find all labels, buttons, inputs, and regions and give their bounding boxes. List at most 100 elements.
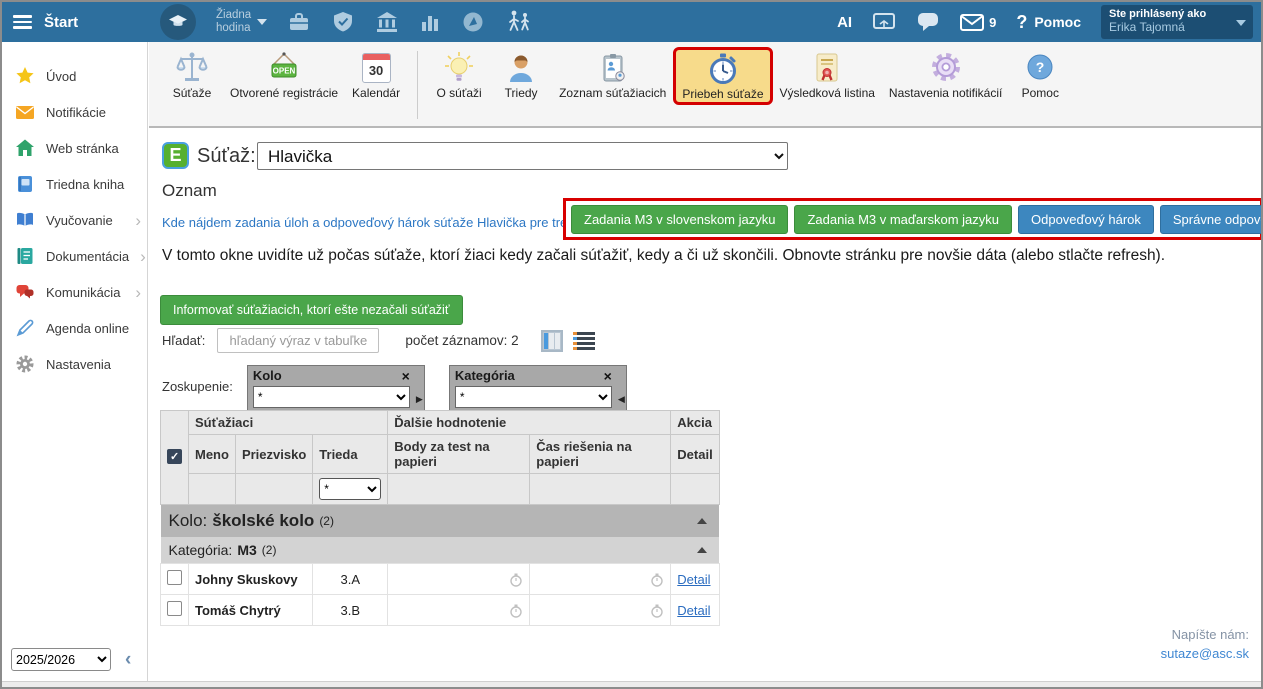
messages-indicator[interactable]: 9 [960, 14, 996, 31]
tool-nastavenia-notifikacii[interactable]: Nastavenia notifikácií [882, 47, 1009, 102]
spravne-odpovede-button[interactable]: Správne odpovede [1160, 205, 1263, 234]
shield-check-icon[interactable] [331, 10, 355, 34]
detail-link[interactable]: Detail [677, 603, 710, 618]
sidebar-item-nastavenia[interactable]: Nastavenia [2, 346, 147, 382]
competition-toolbar: Súťaže OPEN Otvorené registrácie 30 Kale… [149, 42, 1261, 128]
zadania-madarsky-button[interactable]: Zadania M3 v maďarskom jazyku [794, 205, 1012, 234]
gear-icon [15, 354, 35, 374]
start-button[interactable]: Štart [44, 14, 78, 31]
group-row-kategoria[interactable]: Kategória: M3 (2) [161, 537, 720, 564]
sidebar: Úvod Notifikácie Web stránka Triedna kni… [2, 42, 148, 681]
chat-bubble-icon[interactable] [916, 11, 940, 33]
sidebar-item-vyucovanie[interactable]: Vyučovanie [2, 202, 147, 238]
grouping-box-kolo: Kolo * [247, 365, 425, 414]
close-icon[interactable] [604, 369, 612, 383]
clipboard-list-icon [596, 51, 630, 85]
current-lesson-selector[interactable]: Žiadnahodina [216, 9, 267, 35]
odpovedovy-harok-button[interactable]: Odpoveďový hárok [1018, 205, 1154, 234]
sidebar-item-agenda-online[interactable]: Agenda online [2, 310, 147, 346]
grouping-label: Zoskupenie: [162, 379, 233, 394]
search-input[interactable] [217, 328, 379, 353]
column-priezvisko: Priezvisko [235, 435, 312, 474]
detail-link[interactable]: Detail [677, 572, 710, 587]
institution-icon[interactable] [375, 10, 399, 34]
stopwatch-empty-icon [509, 604, 523, 618]
class-filter-select[interactable]: * [319, 478, 381, 500]
chevron-right-icon [135, 284, 141, 301]
activity-circle-icon[interactable] [461, 10, 485, 34]
competition-select[interactable]: Hlavička [257, 142, 788, 170]
table-row: Tomáš Chytrý 3.B Detail [161, 595, 720, 626]
select-all-checkbox[interactable] [167, 449, 182, 464]
column-detail: Detail [671, 435, 719, 474]
notebook-icon [15, 174, 35, 194]
top-navigation-bar: Štart Žiadnahodina [2, 2, 1261, 42]
scales-icon [175, 51, 209, 85]
person-icon [504, 51, 538, 85]
menu-hamburger-icon[interactable] [2, 2, 42, 42]
sidebar-item-triedna-kniha[interactable]: Triedna kniha [2, 166, 147, 202]
column-view-icon[interactable] [541, 330, 563, 352]
calendar-icon: 30 [362, 53, 391, 83]
logged-in-user-menu[interactable]: Ste prihlásený ako Erika Tajomná [1101, 5, 1253, 39]
sidebar-item-uvod[interactable]: Úvod [2, 58, 147, 94]
grouping-kolo-select[interactable]: * [253, 386, 410, 408]
announcement-heading: Oznam [162, 181, 217, 201]
group-row-kolo[interactable]: Kolo: školské kolo (2) [161, 505, 720, 538]
document-icon [15, 246, 35, 266]
collapse-group-icon[interactable] [697, 547, 707, 553]
grouping-box-kategoria: Kategória * [449, 365, 627, 414]
column-group-sutaziaci: Súťažiaci [189, 411, 388, 435]
zadania-slovensky-button[interactable]: Zadania M3 v slovenskom jazyku [571, 205, 788, 234]
briefcase-icon[interactable] [287, 10, 311, 34]
chat-bubbles-icon [15, 282, 35, 302]
help-button[interactable]: ? Pomoc [1016, 12, 1081, 33]
cast-screen-icon[interactable] [872, 11, 896, 33]
tool-sutaze[interactable]: Súťaže [161, 47, 223, 102]
mail-icon [960, 14, 984, 31]
school-year-select[interactable]: 2025/2026 [11, 648, 111, 671]
tool-vysledkova-listina[interactable]: Výsledková listina [773, 47, 882, 102]
envelope-icon [15, 102, 35, 122]
description-text: V tomto okne uvidíte už počas súťaže, kt… [162, 244, 1262, 267]
walking-people-icon[interactable] [505, 9, 533, 35]
row-checkbox[interactable] [167, 601, 182, 616]
announcement-link[interactable]: Kde nájdem zadania úloh a odpoveďový hár… [162, 215, 601, 230]
inform-contestants-button[interactable]: Informovať súťažiacich, ktorí ešte nezač… [160, 295, 463, 325]
list-view-icon[interactable] [573, 332, 595, 350]
tool-zoznam-sutaziacich[interactable]: Zoznam súťažiacich [552, 47, 673, 102]
window-bottom-strip [2, 681, 1261, 687]
column-group-dalsie-hodnotenie: Ďalšie hodnotenie [388, 411, 671, 435]
lightbulb-icon [442, 51, 476, 85]
bar-chart-icon[interactable] [419, 11, 441, 33]
move-left-icon[interactable] [618, 394, 625, 405]
collapse-group-icon[interactable] [697, 518, 707, 524]
tool-o-sutazi[interactable]: O súťaži [428, 47, 490, 102]
close-icon[interactable] [402, 369, 410, 383]
graduation-cap-icon[interactable] [160, 4, 196, 40]
move-right-icon[interactable] [416, 394, 423, 405]
sidebar-item-komunikacia[interactable]: Komunikácia [2, 274, 147, 310]
question-circle-icon: ? [1023, 51, 1057, 85]
svg-text:?: ? [1036, 59, 1045, 75]
sidebar-item-notifikacie[interactable]: Notifikácie [2, 94, 147, 130]
tool-otvorene-registracie[interactable]: OPEN Otvorené registrácie [223, 47, 345, 102]
contact-email-link[interactable]: sutaze@asc.sk [1161, 644, 1249, 663]
stopwatch-empty-icon [650, 573, 664, 587]
ai-button[interactable]: AI [837, 14, 852, 31]
sidebar-item-dokumentacia[interactable]: Dokumentácia [2, 238, 147, 274]
collapse-sidebar-icon[interactable] [125, 650, 131, 669]
sidebar-item-web-stranka[interactable]: Web stránka [2, 130, 147, 166]
tool-priebeh-sutaze[interactable]: Priebeh súťaže [673, 47, 772, 105]
column-trieda: Trieda [313, 435, 388, 474]
tool-kalendar[interactable]: 30 Kalendár [345, 47, 407, 102]
grouping-kategoria-select[interactable]: * [455, 386, 612, 408]
row-checkbox[interactable] [167, 570, 182, 585]
main-content: E Súťaž: Hlavička Oznam Kde nájdem zadan… [149, 128, 1261, 681]
open-sign-icon: OPEN [267, 51, 301, 85]
tool-triedy[interactable]: Triedy [490, 47, 552, 102]
contestants-table: Súťažiaci Ďalšie hodnotenie Akcia Meno P… [160, 410, 720, 626]
tool-pomoc[interactable]: ? Pomoc [1009, 47, 1071, 102]
column-group-akcia: Akcia [671, 411, 719, 435]
chevron-down-icon [257, 19, 267, 25]
